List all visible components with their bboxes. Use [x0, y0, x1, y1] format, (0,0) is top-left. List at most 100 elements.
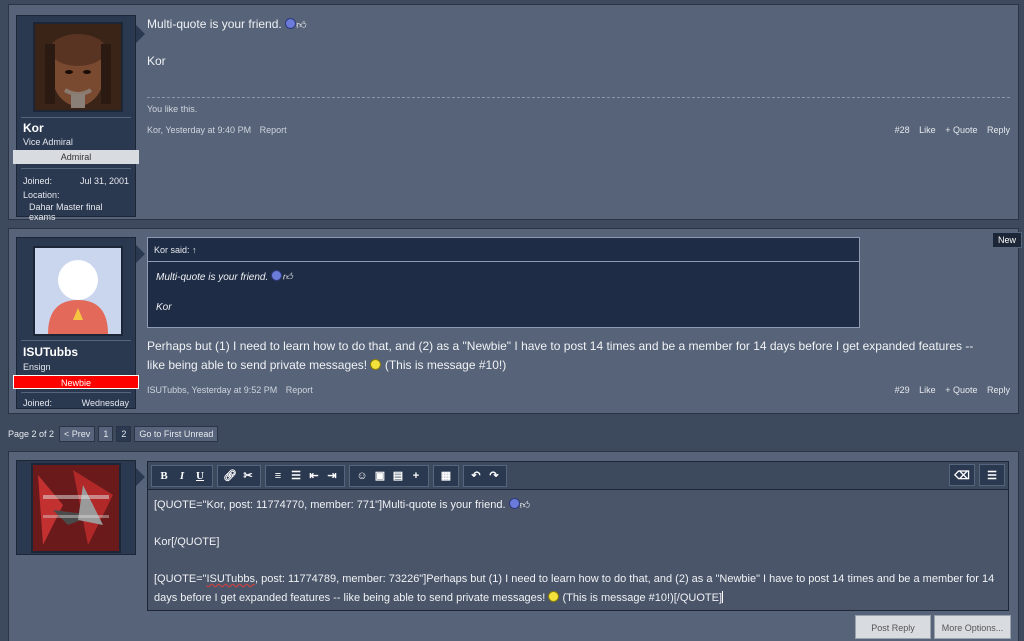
joined-label: Joined:	[23, 398, 53, 408]
divider	[21, 340, 131, 341]
divider	[21, 392, 131, 393]
toggle-bbcode-icon[interactable]: ☰	[983, 466, 1001, 484]
post-number[interactable]: #28	[895, 125, 910, 135]
editor-line: Kor[/QUOTE]	[154, 536, 220, 548]
outdent-icon[interactable]: ⇤	[305, 467, 323, 485]
quote-block: Kor said: ↑ Multi-quote is your friend. …	[147, 237, 860, 328]
insert-plus-icon[interactable]: +	[407, 467, 425, 485]
message-body: Multi-quote is your friend.	[147, 17, 282, 31]
post-reply-button[interactable]: Post Reply	[855, 615, 931, 639]
user-title: Ensign	[23, 362, 51, 372]
author-time[interactable]: ISUTubbs, Yesterday at 9:52 PM	[147, 385, 277, 395]
joined-row: Joined: Jul 31, 2001	[23, 176, 129, 186]
message-arrow	[136, 245, 145, 263]
smilie-icon	[271, 270, 283, 281]
username[interactable]: ISUTubbs	[23, 345, 78, 359]
signature: Kor	[147, 54, 166, 68]
unlink-icon[interactable]: ✂	[239, 467, 257, 485]
report-link[interactable]: Report	[260, 125, 287, 135]
draft-group: ▦	[433, 464, 459, 487]
save-draft-icon[interactable]: ▦	[437, 467, 455, 485]
bbcode-group: ☰	[979, 464, 1005, 486]
post-kor: Kor Vice Admiral Admiral Joined: Jul 31,…	[8, 4, 1019, 222]
new-badge: New	[991, 232, 1022, 248]
like-link[interactable]: Like	[919, 125, 936, 135]
like-link[interactable]: Like	[919, 385, 936, 395]
joined-value: Jul 31, 2001	[79, 176, 129, 186]
prev-page-button[interactable]: < Prev	[59, 425, 96, 442]
reply-editor[interactable]: B I U 🔗︎ ✂ ≡ ☰ ⇤ ⇥ ☺ ▣ ▤ + ▦ ↶ ↷ ⌫ ☰ [QU…	[147, 461, 1009, 611]
user-info-self	[16, 460, 136, 555]
joined-value: Wednesday	[81, 398, 129, 408]
more-options-button[interactable]: More Options...	[934, 615, 1011, 639]
message-text: Perhaps but (1) I need to learn how to d…	[147, 337, 987, 375]
remove-formatting-icon[interactable]: ⌫	[953, 466, 971, 484]
reply-link[interactable]: Reply	[987, 125, 1010, 135]
user-banner: Admiral	[13, 150, 139, 164]
text-cursor	[722, 591, 724, 603]
link-group: 🔗︎ ✂	[217, 464, 261, 487]
first-unread-button[interactable]: Go to First Unread	[134, 425, 219, 442]
post-number[interactable]: #29	[895, 385, 910, 395]
smile-icon	[370, 359, 382, 370]
message-body-tail: (This is message #10!)	[384, 358, 507, 372]
reply-link[interactable]: Reply	[987, 385, 1010, 395]
link-icon[interactable]: 🔗︎	[221, 467, 239, 485]
media-icon[interactable]: ▤	[389, 467, 407, 485]
quote-author: Kor said:	[154, 245, 190, 255]
quote-link[interactable]: + Quote	[945, 125, 977, 135]
misspelled-word: ISUTubbs	[206, 573, 256, 585]
joined-label: Joined:	[23, 176, 53, 186]
image-icon[interactable]: ▣	[371, 467, 389, 485]
italic-icon[interactable]: I	[173, 467, 191, 485]
editor-line: [QUOTE="Kor, post: 11774770, member: 771…	[154, 499, 506, 511]
message-arrow	[136, 468, 145, 486]
user-info-isutubbs: ISUTubbs Ensign Newbie Joined: Wednesday	[13, 237, 139, 409]
thumbs-up-icon: 👍︎	[296, 20, 307, 31]
user-info-kor: Kor Vice Admiral Admiral Joined: Jul 31,…	[13, 15, 139, 222]
message-text: Multi-quote is your friend. 👍︎	[147, 15, 307, 35]
avatar[interactable]	[33, 246, 123, 336]
post-isutubbs: ISUTubbs Ensign Newbie Joined: Wednesday…	[8, 228, 1019, 414]
text-style-group: B I U	[151, 464, 213, 487]
bullet-list-icon[interactable]: ≡	[269, 467, 287, 485]
avatar[interactable]	[33, 22, 123, 112]
joined-row: Joined: Wednesday	[23, 398, 129, 408]
smilie-icon[interactable]: ☺	[353, 467, 371, 485]
message-body: Perhaps but (1) I need to learn how to d…	[147, 339, 974, 372]
thumbs-up-icon: 👍︎	[282, 272, 293, 283]
username[interactable]: Kor	[23, 121, 44, 135]
page-2-button[interactable]: 2	[116, 425, 132, 442]
editor-content[interactable]: [QUOTE="Kor, post: 11774770, member: 771…	[154, 496, 996, 626]
insert-group: ☺ ▣ ▤ +	[349, 464, 429, 487]
indent-icon[interactable]: ⇥	[323, 467, 341, 485]
location-value[interactable]: Dahar Master final exams	[29, 202, 129, 222]
quote-jump-arrow[interactable]: ↑	[192, 245, 197, 255]
user-title: Vice Admiral	[23, 137, 73, 147]
undo-icon[interactable]: ↶	[467, 467, 485, 485]
redo-icon[interactable]: ↷	[485, 467, 503, 485]
post-actions: #28 Like + Quote Reply	[888, 125, 1010, 135]
smilie-icon	[285, 18, 297, 29]
author-time[interactable]: Kor, Yesterday at 9:40 PM	[147, 125, 251, 135]
location-label: Location:	[23, 190, 60, 200]
editor-toolbar: B I U 🔗︎ ✂ ≡ ☰ ⇤ ⇥ ☺ ▣ ▤ + ▦ ↶ ↷ ⌫ ☰	[148, 462, 1008, 490]
divider	[21, 168, 131, 169]
likes-summary: You like this.	[147, 104, 198, 114]
message-meta: Kor, Yesterday at 9:40 PM Report	[147, 125, 293, 135]
bold-icon[interactable]: B	[155, 467, 173, 485]
smile-icon	[548, 591, 560, 602]
quote-link[interactable]: + Quote	[945, 385, 977, 395]
message-arrow	[136, 25, 145, 43]
thumbs-up-icon: 👍︎	[519, 500, 531, 511]
divider	[21, 117, 131, 118]
report-link[interactable]: Report	[286, 385, 313, 395]
editor-line: [QUOTE="	[154, 573, 207, 585]
page-1-button[interactable]: 1	[98, 425, 114, 442]
editor-line: (This is message #10!)[/QUOTE]	[562, 592, 723, 604]
user-banner: Newbie	[13, 375, 139, 389]
avatar[interactable]	[31, 463, 121, 553]
numbered-list-icon[interactable]: ☰	[287, 467, 305, 485]
page-nav: Page 2 of 2 < Prev 1 2 Go to First Unrea…	[8, 425, 219, 442]
underline-icon[interactable]: U	[191, 467, 209, 485]
